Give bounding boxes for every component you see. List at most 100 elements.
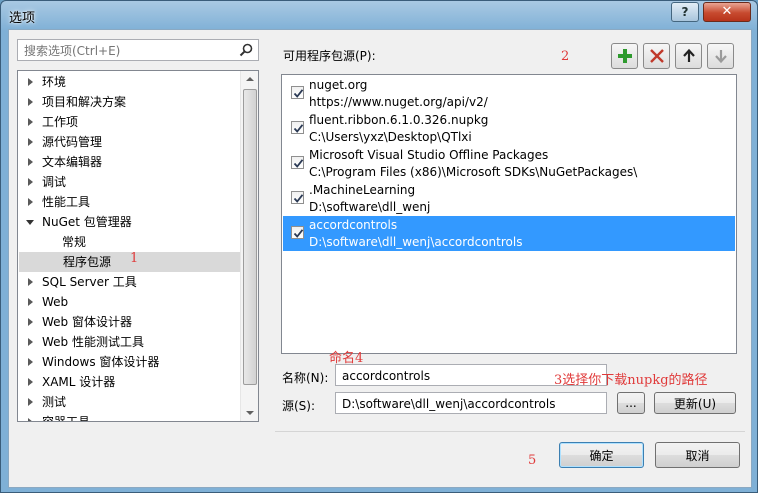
tree-item-label: SQL Server 工具 xyxy=(42,275,137,289)
plus-icon xyxy=(618,49,632,63)
tree-item[interactable]: XAML 设计器 xyxy=(18,372,240,392)
options-tree[interactable]: 环境项目和解决方案工作项源代码管理文本编辑器调试性能工具 NuGet 包管理器常规… xyxy=(17,70,259,422)
collapsed-arrow-icon[interactable] xyxy=(28,78,33,86)
scroll-down-button[interactable] xyxy=(241,404,258,421)
tree-item[interactable]: Web 性能测试工具 xyxy=(18,332,240,352)
source-url: C:\Users\yxz\Desktop\QTlxi xyxy=(309,130,472,144)
search-input[interactable] xyxy=(22,42,236,60)
collapsed-arrow-icon[interactable] xyxy=(28,198,33,206)
tree-item-label: 测试 xyxy=(42,395,67,409)
tree-item-label: 项目和解决方案 xyxy=(42,95,127,109)
tree-item[interactable]: 常规 xyxy=(18,232,240,252)
source-label: 源(S): xyxy=(282,399,316,413)
tree-scrollbar[interactable] xyxy=(240,71,258,421)
collapsed-arrow-icon[interactable] xyxy=(28,138,33,146)
source-name: .MachineLearning xyxy=(309,183,416,197)
tree-item[interactable]: 调试 xyxy=(18,172,240,192)
arrow-up-icon xyxy=(683,48,695,62)
tree-item-label: 容器工具 xyxy=(42,415,91,422)
source-url: https://www.nuget.org/api/v2/ xyxy=(309,95,488,109)
browse-button[interactable]: ... xyxy=(617,392,645,414)
collapsed-arrow-icon[interactable] xyxy=(28,178,33,186)
collapsed-arrow-icon[interactable] xyxy=(28,118,33,126)
tree-item[interactable]: 工作项 xyxy=(18,112,240,132)
tree-item[interactable]: SQL Server 工具 xyxy=(18,272,240,292)
scroll-thumb[interactable] xyxy=(243,89,257,385)
available-sources-label: 可用程序包源(P): xyxy=(283,49,376,63)
update-button[interactable]: 更新(U) xyxy=(654,392,736,414)
tree-item[interactable]: Web 窗体设计器 xyxy=(18,312,240,332)
collapsed-arrow-icon[interactable] xyxy=(28,278,33,286)
move-down-button[interactable] xyxy=(707,43,734,69)
checkmark-icon xyxy=(293,124,304,133)
annotation-1: 1 xyxy=(130,251,139,266)
remove-source-button[interactable] xyxy=(643,43,670,69)
source-input[interactable] xyxy=(340,395,606,413)
source-enabled-checkbox[interactable] xyxy=(291,226,304,239)
checkmark-icon xyxy=(293,229,304,238)
tree-item-label: 常规 xyxy=(62,235,87,249)
package-source-row[interactable]: Microsoft Visual Studio Offline Packages… xyxy=(283,146,735,181)
checkmark-icon xyxy=(293,89,304,98)
tree-item[interactable]: 性能工具 xyxy=(18,192,240,212)
move-up-button[interactable] xyxy=(675,43,702,69)
collapsed-arrow-icon[interactable] xyxy=(28,398,33,406)
title-bar[interactable]: 选项 ? ✕ xyxy=(1,1,757,29)
package-source-row[interactable]: fluent.ribbon.6.1.0.326.nupkg C:\Users\yx… xyxy=(283,111,735,146)
source-enabled-checkbox[interactable] xyxy=(291,86,304,99)
package-source-row[interactable]: .MachineLearning D:\software\dll_wenj xyxy=(283,181,735,216)
add-source-button[interactable] xyxy=(611,43,638,69)
arrow-down-icon xyxy=(246,411,254,415)
tree-item-label: 源代码管理 xyxy=(42,135,103,149)
tree-item[interactable]: Windows 窗体设计器 xyxy=(18,352,240,372)
tree-item-label: NuGet 包管理器 xyxy=(42,215,132,229)
collapsed-arrow-icon[interactable] xyxy=(28,418,33,421)
dialog-client: 环境项目和解决方案工作项源代码管理文本编辑器调试性能工具 NuGet 包管理器常规… xyxy=(8,29,752,488)
source-enabled-checkbox[interactable] xyxy=(291,156,304,169)
scroll-up-button[interactable] xyxy=(241,71,258,88)
arrow-down-icon xyxy=(715,50,727,64)
tree-item-label: 文本编辑器 xyxy=(42,155,103,169)
search-icon[interactable] xyxy=(239,43,253,57)
collapsed-arrow-icon[interactable] xyxy=(28,98,33,106)
tree-item[interactable]: 源代码管理 xyxy=(18,132,240,152)
name-label: 名称(N): xyxy=(282,371,329,385)
source-name: fluent.ribbon.6.1.0.326.nupkg xyxy=(309,113,489,127)
source-enabled-checkbox[interactable] xyxy=(291,121,304,134)
package-source-row[interactable]: nuget.org https://www.nuget.org/api/v2/ xyxy=(283,76,735,111)
collapsed-arrow-icon[interactable] xyxy=(28,158,33,166)
collapsed-arrow-icon[interactable] xyxy=(28,298,33,306)
help-button[interactable]: ? xyxy=(671,2,699,22)
tree-item[interactable]: 项目和解决方案 xyxy=(18,92,240,112)
tree-item-label: 调试 xyxy=(42,175,67,189)
collapsed-arrow-icon[interactable] xyxy=(28,318,33,326)
collapsed-arrow-icon[interactable] xyxy=(28,378,33,386)
search-box[interactable] xyxy=(17,39,259,61)
annotation-3: 3选择你下载nupkg的路径 xyxy=(554,373,708,388)
package-sources-list[interactable]: nuget.org https://www.nuget.org/api/v2/fl… xyxy=(281,74,737,354)
source-url: D:\software\dll_wenj xyxy=(309,200,431,214)
tree-item[interactable]: 文本编辑器 xyxy=(18,152,240,172)
annotation-2: 2 xyxy=(561,49,570,64)
collapsed-arrow-icon[interactable] xyxy=(28,338,33,346)
annotation-4: 命名4 xyxy=(329,351,364,366)
expanded-arrow-icon[interactable] xyxy=(26,220,34,225)
close-button[interactable]: ✕ xyxy=(703,2,751,22)
checkmark-icon xyxy=(293,194,304,203)
tree-item[interactable]: NuGet 包管理器 xyxy=(18,212,240,232)
collapsed-arrow-icon[interactable] xyxy=(28,358,33,366)
source-url: C:\Program Files (x86)\Microsoft SDKs\Nu… xyxy=(309,165,638,179)
tree-item[interactable]: 测试 xyxy=(18,392,240,412)
ok-button[interactable]: 确定 xyxy=(559,442,644,468)
tree-item-label: XAML 设计器 xyxy=(42,375,116,389)
remove-x-icon xyxy=(650,49,664,63)
tree-item[interactable]: Web xyxy=(18,292,240,312)
package-source-row[interactable]: accordcontrols D:\software\dll_wenj\accor… xyxy=(283,216,735,251)
source-url: D:\software\dll_wenj\accordcontrols xyxy=(309,235,523,249)
tree-item[interactable]: 环境 xyxy=(18,72,240,92)
tree-item[interactable]: 容器工具 xyxy=(18,412,240,422)
source-enabled-checkbox[interactable] xyxy=(291,191,304,204)
cancel-button[interactable]: 取消 xyxy=(655,442,740,468)
options-dialog: 选项 ? ✕ 环境项目和解决方案工作项源代码管理文本编辑器调试性能工具 NuGet… xyxy=(0,0,758,493)
source-field[interactable] xyxy=(335,392,607,414)
